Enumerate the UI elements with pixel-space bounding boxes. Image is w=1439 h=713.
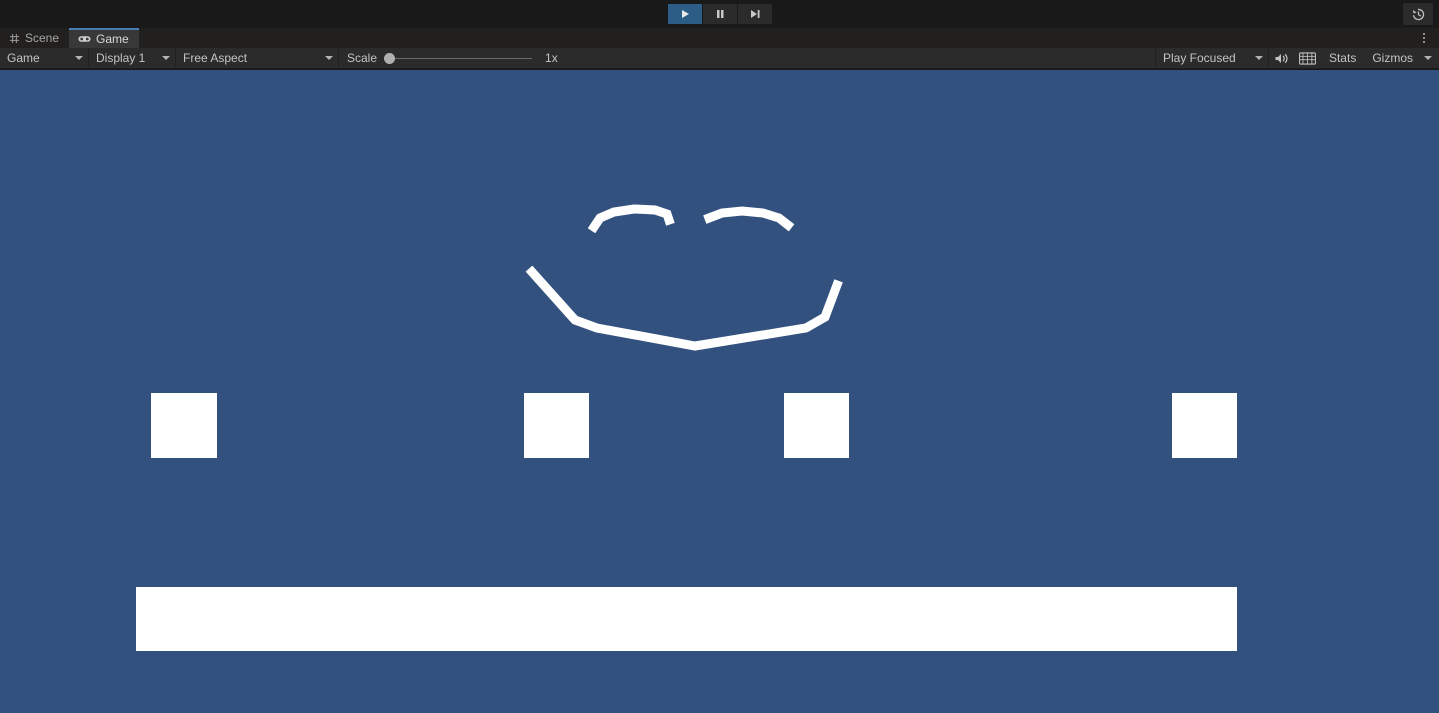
step-button[interactable] — [737, 4, 772, 24]
chevron-down-icon — [1254, 56, 1263, 60]
chevron-down-icon — [1424, 56, 1432, 60]
mute-audio-button[interactable] — [1269, 48, 1295, 69]
tab-game-label: Game — [96, 32, 129, 46]
right-eyebrow-stroke — [703, 206, 795, 232]
tab-scene[interactable]: Scene — [0, 28, 69, 48]
scale-value-label: 1x — [545, 51, 558, 65]
tab-overflow-menu-button[interactable] — [1415, 29, 1433, 47]
tab-game[interactable]: Game — [69, 28, 139, 48]
white-square-1 — [151, 393, 217, 458]
white-square-2 — [524, 393, 589, 458]
frame-grid-icon — [1299, 51, 1317, 65]
white-square-3 — [784, 393, 849, 458]
play-mode-behavior-dropdown[interactable]: Play Focused — [1156, 48, 1268, 69]
pause-icon — [716, 10, 723, 18]
chevron-down-icon — [325, 56, 333, 60]
left-eyebrow-stroke — [587, 204, 675, 234]
more-vertical-icon — [1423, 33, 1425, 43]
game-target-dropdown-value: Game — [7, 51, 40, 65]
play-mode-frame-button[interactable] — [1295, 48, 1321, 69]
unity-editor-window: Scene Game Game Display 1 Free Aspect Sc… — [0, 0, 1439, 713]
playmode-toolbar — [0, 0, 1439, 28]
speaker-icon — [1275, 53, 1288, 63]
scale-control: Scale 1x — [339, 48, 558, 69]
white-platform-bar — [136, 587, 1237, 651]
step-forward-icon — [750, 10, 759, 18]
gizmos-dropdown-button[interactable] — [1421, 48, 1439, 69]
play-icon — [681, 10, 689, 18]
play-button[interactable] — [667, 4, 703, 24]
scale-slider[interactable] — [384, 51, 533, 65]
scale-slider-track — [384, 57, 533, 59]
scene-grid-icon — [9, 33, 20, 44]
game-target-dropdown[interactable]: Game — [0, 48, 88, 69]
aspect-ratio-dropdown-value: Free Aspect — [183, 51, 248, 65]
smile-stroke — [525, 265, 843, 351]
aspect-ratio-dropdown[interactable]: Free Aspect — [176, 48, 338, 69]
display-dropdown[interactable]: Display 1 — [89, 48, 175, 69]
pause-button[interactable] — [702, 4, 738, 24]
chevron-down-icon — [75, 56, 83, 60]
playmode-button-group — [667, 4, 772, 24]
display-dropdown-value: Display 1 — [96, 51, 146, 65]
playbar-right-group — [1403, 0, 1439, 28]
white-square-4 — [1172, 393, 1237, 458]
game-view-toolbar: Game Display 1 Free Aspect Scale 1x Play… — [0, 47, 1439, 69]
play-mode-behavior-value: Play Focused — [1162, 51, 1236, 65]
game-view-render-area[interactable] — [0, 70, 1439, 713]
gamepad-icon — [78, 34, 91, 44]
tab-scene-label: Scene — [25, 31, 60, 45]
scale-label: Scale — [347, 51, 378, 65]
stats-button[interactable]: Stats — [1321, 48, 1364, 69]
gizmos-button[interactable]: Gizmos — [1364, 48, 1421, 69]
undo-history-icon — [1412, 8, 1424, 20]
chevron-down-icon — [162, 56, 170, 60]
undo-history-button[interactable] — [1403, 3, 1433, 25]
panel-tab-bar: Scene Game — [0, 28, 1439, 48]
scale-slider-handle[interactable] — [384, 52, 396, 64]
